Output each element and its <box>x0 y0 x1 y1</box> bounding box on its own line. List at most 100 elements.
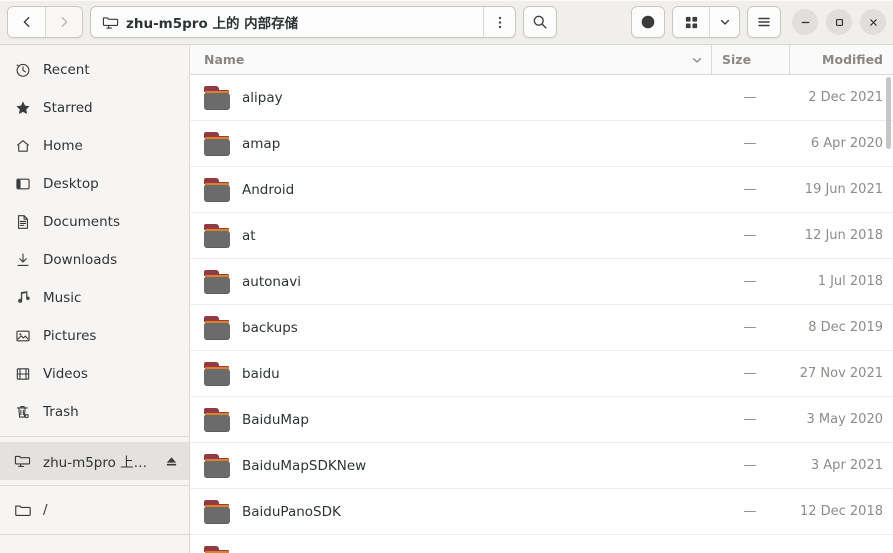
sidebar-item-pictures[interactable]: Pictures <box>0 317 189 355</box>
device-icon <box>14 453 31 470</box>
sidebar-item-label: Music <box>43 290 82 306</box>
search-button[interactable] <box>523 6 557 38</box>
file-name-cell: autonavi <box>190 269 711 294</box>
main-menu-button[interactable] <box>747 6 781 38</box>
file-name-cell: Android <box>190 177 711 202</box>
sidebar-item-root[interactable]: / <box>0 491 189 529</box>
folder-icon <box>204 85 230 110</box>
table-row[interactable]: alipay — 2 Dec 2021 <box>190 75 893 121</box>
sidebar-item-device-zhu-m5pro[interactable]: zhu-m5pro 上… <box>0 442 189 480</box>
file-name: autonavi <box>242 273 301 290</box>
table-row[interactable]: BaiduPanoSDK — 12 Dec 2018 <box>190 489 893 535</box>
column-header-name[interactable]: Name <box>190 45 711 74</box>
table-row[interactable]: BaiduMapSDKNew — 3 Apr 2021 <box>190 443 893 489</box>
folder-icon <box>14 502 31 519</box>
sidebar-item-recent[interactable]: Recent <box>0 51 189 89</box>
sidebar-divider-2 <box>0 485 189 486</box>
navigation-button-group <box>7 6 83 38</box>
folder-icon <box>204 545 230 553</box>
column-header-size[interactable]: Size <box>711 45 789 74</box>
sidebar-item-label: zhu-m5pro 上… <box>43 455 148 471</box>
file-name: BaiduPanoSDK <box>242 503 341 520</box>
file-modified: 27 Nov 2021 <box>799 366 883 381</box>
column-header-size-label: Size <box>722 52 752 67</box>
folder-icon <box>204 499 230 524</box>
forward-button[interactable] <box>45 7 82 37</box>
sidebar: Recent Starred Home Desktop Documents Do… <box>0 45 190 553</box>
column-header-modified[interactable]: Modified <box>789 45 893 74</box>
sidebar-item-trash[interactable]: Trash <box>0 393 189 431</box>
file-list-column-header: Name Size Modified <box>190 45 893 75</box>
sidebar-divider-3 <box>0 534 189 535</box>
download-icon <box>14 252 31 269</box>
document-icon <box>14 214 31 231</box>
scrollbar-thumb[interactable] <box>886 77 891 149</box>
folder-icon <box>204 177 230 202</box>
maximize-icon <box>835 18 843 26</box>
sidebar-item-other-locations[interactable]: Other Locations <box>0 540 189 553</box>
record-button[interactable] <box>631 6 665 38</box>
file-size: — <box>743 458 757 473</box>
sidebar-item-documents[interactable]: Documents <box>0 203 189 241</box>
desktop-icon <box>14 176 31 193</box>
file-name: Android <box>242 181 295 198</box>
grid-view-button[interactable] <box>673 7 709 37</box>
file-modified: 12 Dec 2018 <box>799 504 883 519</box>
folder-icon <box>204 453 230 478</box>
view-options-dropdown[interactable] <box>709 7 739 37</box>
file-name: BaiduMap <box>242 411 309 428</box>
file-name: amap <box>242 135 281 152</box>
breadcrumb-current-location[interactable]: zhu-m5pro 上的 内部存储 <box>91 7 483 37</box>
file-name-cell: BaiduPanoSDK <box>190 499 711 524</box>
sidebar-item-home[interactable]: Home <box>0 127 189 165</box>
vertical-dots-icon <box>498 16 501 28</box>
window-body: Recent Starred Home Desktop Documents Do… <box>0 45 893 553</box>
file-name-cell: BaiduMap <box>190 407 711 432</box>
table-row[interactable]: Android — 19 Jun 2021 <box>190 167 893 213</box>
table-row[interactable]: backups — 8 Dec 2019 <box>190 305 893 351</box>
path-menu-button[interactable] <box>483 7 515 37</box>
home-icon <box>14 138 31 155</box>
hamburger-menu-icon <box>758 17 770 27</box>
file-name-cell: baidu <box>190 361 711 386</box>
clock-icon <box>14 62 31 79</box>
sidebar-item-label: Recent <box>43 62 90 78</box>
table-row[interactable]: amap — 6 Apr 2020 <box>190 121 893 167</box>
file-list-pane: Name Size Modified alipay — 2 Dec 2021 a… <box>190 45 893 553</box>
music-icon <box>14 290 31 307</box>
sidebar-item-videos[interactable]: Videos <box>0 355 189 393</box>
back-button[interactable] <box>8 7 45 37</box>
file-name-cell <box>190 545 711 553</box>
table-row[interactable]: autonavi — 1 Jul 2018 <box>190 259 893 305</box>
minimize-button[interactable] <box>792 9 818 35</box>
folder-icon <box>204 361 230 386</box>
file-manager-window: zhu-m5pro 上的 内部存储 Recent Starred Home De… <box>0 0 893 553</box>
trash-icon <box>14 404 31 421</box>
table-row[interactable]: baidu — 27 Nov 2021 <box>190 351 893 397</box>
sidebar-item-label: / <box>43 502 48 518</box>
search-icon <box>533 15 547 29</box>
folder-icon <box>204 269 230 294</box>
table-row[interactable]: BaiduMap — 3 May 2020 <box>190 397 893 443</box>
sidebar-item-music[interactable]: Music <box>0 279 189 317</box>
close-button[interactable] <box>860 9 886 35</box>
chevron-left-icon <box>23 16 29 28</box>
eject-icon[interactable] <box>165 455 179 468</box>
sidebar-item-downloads[interactable]: Downloads <box>0 241 189 279</box>
sidebar-item-desktop[interactable]: Desktop <box>0 165 189 203</box>
file-size: — <box>743 228 757 243</box>
chevron-right-icon <box>61 16 68 28</box>
table-row[interactable]: at — 12 Jun 2018 <box>190 213 893 259</box>
file-name-cell: at <box>190 223 711 248</box>
table-row[interactable] <box>190 535 893 553</box>
sidebar-item-starred[interactable]: Starred <box>0 89 189 127</box>
maximize-button[interactable] <box>826 9 852 35</box>
vertical-scrollbar[interactable] <box>884 75 893 553</box>
folder-icon <box>204 223 230 248</box>
file-modified: 8 Dec 2019 <box>808 320 883 335</box>
grid-view-icon <box>685 16 697 28</box>
file-modified: 3 May 2020 <box>806 412 884 427</box>
folder-icon <box>204 131 230 156</box>
file-size: — <box>743 366 757 381</box>
chevron-down-icon <box>720 19 729 25</box>
